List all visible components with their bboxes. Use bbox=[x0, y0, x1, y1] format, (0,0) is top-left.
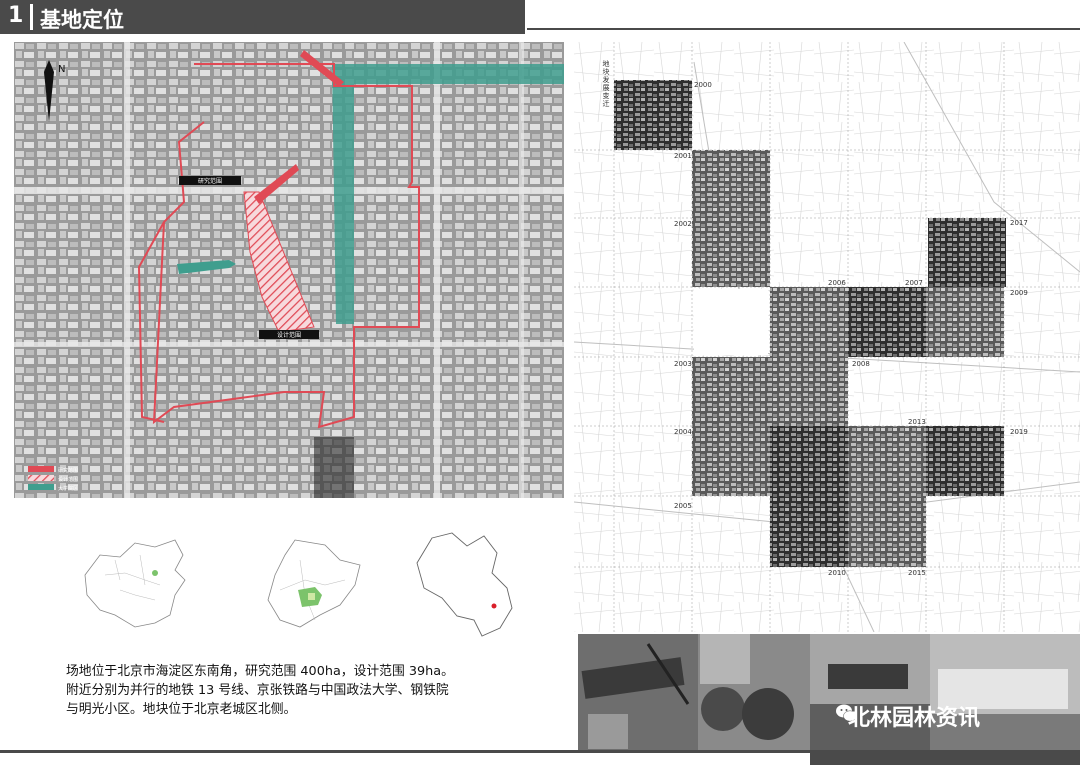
district-location-map bbox=[416, 532, 513, 637]
section-title: 基地定位 bbox=[40, 8, 124, 32]
map-legend: 研究范围 设计范围 大学院区 bbox=[28, 466, 78, 492]
year-label: 2017 bbox=[1010, 219, 1028, 227]
year-label: 2008 bbox=[852, 360, 870, 368]
timeline-title: 地块发展变迁 bbox=[602, 60, 610, 108]
year-label: 2006 bbox=[828, 279, 846, 287]
svg-text:设计范围: 设计范围 bbox=[58, 476, 78, 483]
year-label: 2004 bbox=[674, 428, 692, 436]
description-line: 附近分别为并行的地铁 13 号线、京张铁路与中国政法大学、钢铁院 bbox=[66, 683, 449, 698]
description-line: 与明光小区。地块位于北京老城区北侧。 bbox=[66, 702, 297, 717]
description-line: 场地位于北京市海淀区东南角，研究范围 400ha，设计范围 39ha。 bbox=[66, 664, 454, 679]
development-timeline-map bbox=[574, 42, 1080, 632]
year-label: 2019 bbox=[1010, 428, 1028, 436]
svg-text:N: N bbox=[58, 64, 65, 75]
section-number: 1 bbox=[8, 3, 24, 28]
site-photos bbox=[578, 634, 1080, 752]
header-divider bbox=[30, 4, 33, 30]
year-label: 2010 bbox=[828, 569, 846, 577]
year-label: 2002 bbox=[674, 220, 692, 228]
header-rule bbox=[527, 28, 1080, 30]
research-label: 研究范围 bbox=[198, 177, 222, 185]
year-label: 2015 bbox=[908, 569, 926, 577]
section-header: 1 基地定位 bbox=[0, 0, 525, 34]
svg-text:大学院区: 大学院区 bbox=[58, 485, 78, 492]
site-description: 场地位于北京市海淀区东南角，研究范围 400ha，设计范围 39ha。 附近分别… bbox=[66, 662, 546, 719]
year-label: 2009 bbox=[1010, 289, 1028, 297]
year-label: 2013 bbox=[908, 418, 926, 426]
footer-block bbox=[810, 753, 1080, 765]
year-label: 2001 bbox=[674, 152, 692, 160]
aerial-site-map: 研究范围 设计范围 N 研究范围 设计范围 大学院区 bbox=[14, 42, 564, 498]
china-location-map bbox=[84, 539, 186, 628]
beijing-location-map bbox=[267, 539, 361, 628]
svg-text:研究范围: 研究范围 bbox=[58, 467, 78, 474]
design-label: 设计范围 bbox=[277, 331, 301, 339]
year-label: 2000 bbox=[694, 81, 712, 89]
year-label: 2007 bbox=[905, 279, 923, 287]
year-label: 2005 bbox=[674, 502, 692, 510]
year-label: 2003 bbox=[674, 360, 692, 368]
watermark: 北林园林资讯 bbox=[848, 706, 981, 731]
